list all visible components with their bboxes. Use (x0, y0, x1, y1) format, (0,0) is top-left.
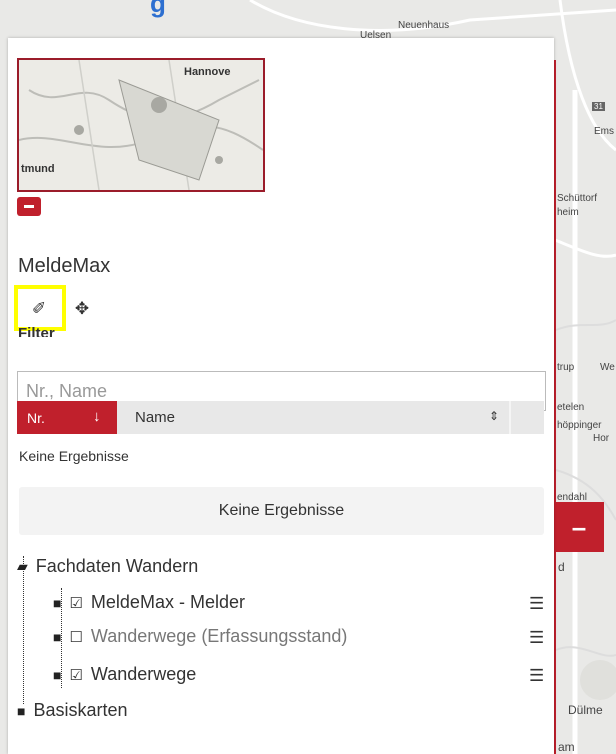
map-label-am: am (558, 740, 575, 754)
map-label-schuttorf: Schüttorf (557, 193, 598, 204)
map-label-dulme: Dülme (568, 703, 603, 717)
map-label-we: We (600, 362, 615, 373)
sort-icon[interactable]: ⇕ (489, 409, 499, 423)
page-title-fragment: g (150, 0, 166, 18)
map-road-number: 31 (592, 102, 605, 111)
layer-group-basiskarten[interactable]: ■ Basiskarten (17, 700, 128, 721)
column-nr[interactable]: Nr. ↓ (17, 401, 117, 434)
column-nr-label: Nr. (27, 410, 45, 426)
layer-item-label: Wanderwege (Erfassungsstand) (90, 626, 348, 646)
overview-label-top: Hannove (184, 66, 231, 78)
map-label-trup: trup (557, 362, 575, 373)
hamburger-icon[interactable]: ☰ (529, 666, 544, 686)
folder-icon: ■ (17, 702, 26, 719)
map-label-d: d (558, 560, 565, 574)
app-title: MeldeMax (18, 255, 111, 277)
sort-desc-icon: ↓ (93, 408, 101, 425)
hamburger-icon[interactable]: ☰ (529, 628, 544, 648)
filter-label: Filter (18, 325, 55, 337)
tree-line (23, 556, 24, 704)
no-results-text: Keine Ergebnisse (19, 448, 129, 464)
layer-group-fachdaten[interactable]: ▰ Fachdaten Wandern (17, 556, 198, 577)
map-label-heim: heim (557, 207, 579, 218)
layer-item-wanderwege-erfassung[interactable]: ■ ☐ Wanderwege (Erfassungsstand) (53, 626, 347, 647)
overview-map-graphic (19, 60, 263, 190)
column-name-label[interactable]: Name (135, 409, 175, 426)
layer-group-label: Basiskarten (33, 700, 128, 720)
move-tool-button[interactable]: ✥ (68, 295, 96, 323)
layer-item-meldemax[interactable]: ■ ☑ MeldeMax - Melder (53, 592, 245, 613)
overview-map[interactable]: Hannove tmund (17, 58, 265, 192)
map-label-neuenhaus: Neuenhaus (398, 20, 450, 31)
hamburger-icon[interactable]: ☰ (529, 594, 544, 614)
layer-item-label: Wanderwege (90, 664, 197, 684)
results-table-header: Nr. ↓ Name ⇕ (17, 401, 544, 434)
move-icon: ✥ (74, 299, 90, 318)
folder-open-icon: ▰ (17, 558, 28, 574)
collapse-right-panel-button[interactable]: – (554, 502, 604, 552)
layer-item-wanderwege[interactable]: ■ ☑ Wanderwege (53, 664, 196, 685)
no-results-button[interactable]: Keine Ergebnisse (19, 487, 544, 535)
overview-label-bottom: tmund (21, 163, 55, 175)
right-panel-edge (554, 60, 556, 754)
map-label-hopping: höppinger (557, 420, 602, 431)
map-label-etelen: etelen (557, 402, 585, 413)
checkbox-unchecked-icon[interactable]: ☐ (69, 628, 82, 646)
layer-item-label: MeldeMax - Melder (90, 592, 245, 612)
collapse-overview-button[interactable] (17, 197, 41, 216)
folder-icon: ■ (53, 594, 62, 611)
map-label-hor: Hor (593, 433, 610, 444)
map-label-ems: Ems (594, 126, 614, 137)
checkbox-checked-icon[interactable]: ☑ (69, 594, 82, 612)
layer-group-label: Fachdaten Wandern (35, 556, 199, 576)
folder-icon: ■ (53, 666, 62, 683)
minus-icon (24, 205, 34, 208)
column-divider (509, 401, 511, 434)
folder-icon: ■ (53, 628, 62, 645)
checkbox-checked-icon[interactable]: ☑ (69, 666, 82, 684)
